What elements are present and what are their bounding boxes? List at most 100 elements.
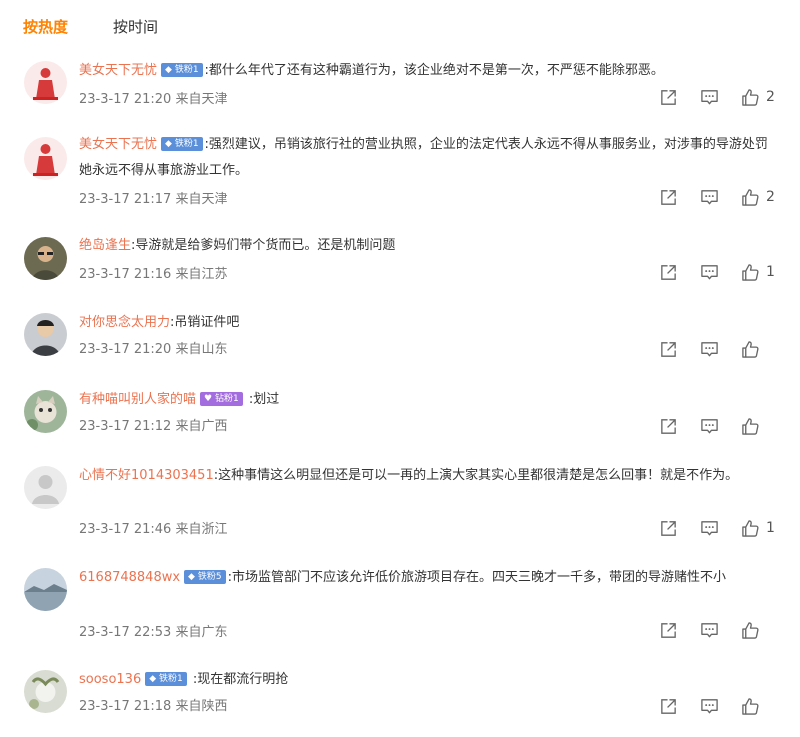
like-count: 1 (766, 264, 775, 280)
comment-item: 绝岛逢生:导游就是给爹妈们带个货而已。还是机制问题 23-3-17 21:16 … (0, 233, 800, 293)
share-icon (661, 622, 676, 638)
avatar[interactable] (24, 466, 67, 509)
fan-badge: ◆ 铁粉1 (145, 672, 187, 686)
thumbs-up-icon (742, 188, 759, 206)
like-button[interactable]: 2 (741, 88, 776, 107)
share-button[interactable] (659, 519, 678, 538)
comment-icon (701, 341, 718, 356)
reply-button[interactable] (700, 519, 719, 538)
reply-button[interactable] (700, 621, 719, 640)
like-button[interactable] (741, 621, 776, 640)
avatar[interactable] (24, 568, 67, 611)
share-button[interactable] (659, 340, 678, 359)
share-icon (661, 341, 676, 357)
comment-body: 对你思念太用力:吊销证件吧 (79, 310, 772, 336)
share-button[interactable] (659, 417, 678, 436)
avatar[interactable] (24, 313, 67, 356)
reply-button[interactable] (700, 188, 719, 207)
comment-meta: 23-3-17 21:12 来自广西 (79, 415, 228, 434)
like-button[interactable]: 1 (741, 263, 776, 282)
comment-item: 美女天下无忧 ◆ 铁粉1:强烈建议，吊销该旅行社的营业执照，企业的法定代表人永远不… (0, 132, 800, 212)
comment-location: 来自广东 (175, 625, 228, 640)
comment-item: 对你思念太用力:吊销证件吧 23-3-17 21:20 来自山东 (0, 310, 800, 370)
share-icon (661, 89, 676, 105)
comment-time: 23-3-17 21:20 (79, 342, 172, 357)
comment-actions (637, 415, 776, 437)
like-button[interactable] (741, 340, 776, 359)
avatar[interactable] (24, 61, 67, 104)
like-count: 2 (766, 189, 775, 205)
comment-location: 来自陕西 (175, 699, 228, 714)
share-button[interactable] (659, 263, 678, 282)
avatar[interactable] (24, 390, 67, 433)
thumbs-up-icon (742, 519, 759, 537)
fan-badge: ◆ 铁粉1 (161, 137, 203, 151)
thumbs-up-icon (742, 88, 759, 106)
comment-actions: 1 (637, 517, 776, 539)
comment-actions: 2 (637, 86, 776, 108)
comment-username[interactable]: 心情不好1014303451 (79, 468, 214, 483)
share-icon (661, 189, 676, 205)
comment-username[interactable]: 对你思念太用力 (79, 315, 170, 330)
thumbs-up-icon (742, 697, 759, 715)
share-button[interactable] (659, 697, 678, 716)
comment-time: 23-3-17 21:46 (79, 522, 172, 537)
share-button[interactable] (659, 88, 678, 107)
comment-meta: 23-3-17 21:20 来自山东 (79, 338, 228, 357)
comment-body: 绝岛逢生:导游就是给爹妈们带个货而已。还是机制问题 (79, 233, 772, 259)
comment-username[interactable]: 有种喵叫别人家的喵 (79, 392, 196, 407)
comment-body: 美女天下无忧 ◆ 铁粉1:都什么年代了还有这种霸道行为，该企业绝对不是第一次，不严… (79, 58, 772, 84)
comment-time: 23-3-17 22:53 (79, 625, 172, 640)
comment-body: 心情不好1014303451:这种事情这么明显但还是可以一再的上演大家其实心里都… (79, 463, 772, 489)
comment-location: 来自广西 (175, 419, 228, 434)
comment-text: :现在都流行明抢 (188, 672, 289, 687)
comment-meta: 23-3-17 21:17 来自天津 (79, 188, 228, 207)
comment-actions: 2 (637, 186, 776, 208)
comment-icon (701, 189, 718, 204)
comment-meta: 23-3-17 21:20 来自天津 (79, 88, 228, 107)
like-count: 2 (766, 89, 775, 105)
comment-icon (701, 264, 718, 279)
comment-location: 来自天津 (175, 192, 228, 207)
reply-button[interactable] (700, 263, 719, 282)
comment-text: :吊销证件吧 (170, 315, 240, 330)
like-button[interactable] (741, 697, 776, 716)
avatar[interactable] (24, 137, 67, 180)
reply-button[interactable] (700, 697, 719, 716)
comment-time: 23-3-17 21:17 (79, 192, 172, 207)
like-button[interactable]: 1 (741, 519, 776, 538)
reply-button[interactable] (700, 88, 719, 107)
comment-icon (701, 622, 718, 637)
avatar[interactable] (24, 670, 67, 713)
like-button[interactable] (741, 417, 776, 436)
comment-username[interactable]: 美女天下无忧 (79, 137, 157, 152)
comment-location: 来自山东 (175, 342, 228, 357)
share-button[interactable] (659, 621, 678, 640)
comment-username[interactable]: 绝岛逢生 (79, 238, 131, 253)
comment-text: :都什么年代了还有这种霸道行为，该企业绝对不是第一次，不严惩不能除邪恶。 (204, 63, 664, 78)
reply-button[interactable] (700, 417, 719, 436)
comment-item: 6168748848wx ◆ 铁粉5:市场监管部门不应该允许低价旅游项目存在。四天… (0, 565, 800, 645)
fan-badge: ◆ 铁粉5 (184, 570, 226, 584)
reply-button[interactable] (700, 340, 719, 359)
comment-item: 心情不好1014303451:这种事情这么明显但还是可以一再的上演大家其实心里都… (0, 463, 800, 543)
comment-username[interactable]: 6168748848wx (79, 570, 180, 585)
thumbs-up-icon (742, 417, 759, 435)
comment-icon (701, 418, 718, 433)
fan-badge: ◆ 铁粉1 (161, 63, 203, 77)
comment-text: :导游就是给爹妈们带个货而已。还是机制问题 (131, 238, 396, 253)
comment-username[interactable]: 美女天下无忧 (79, 63, 157, 78)
comment-location: 来自浙江 (175, 522, 228, 537)
comment-body: 美女天下无忧 ◆ 铁粉1:强烈建议，吊销该旅行社的营业执照，企业的法定代表人永远不… (79, 132, 772, 184)
comment-username[interactable]: sooso136 (79, 672, 141, 687)
avatar[interactable] (24, 237, 67, 280)
comment-text: :划过 (244, 392, 280, 407)
comment-body: sooso136 ◆ 铁粉1 :现在都流行明抢 (79, 667, 772, 693)
comment-body: 有种喵叫别人家的喵 ♥ 钻粉1 :划过 (79, 387, 772, 413)
comment-item: sooso136 ◆ 铁粉1 :现在都流行明抢 23-3-17 21:18 来自陕… (0, 667, 800, 727)
tab-sort-by-hot[interactable]: 按热度 (23, 16, 68, 37)
like-button[interactable]: 2 (741, 188, 776, 207)
share-button[interactable] (659, 188, 678, 207)
comment-body: 6168748848wx ◆ 铁粉5:市场监管部门不应该允许低价旅游项目存在。四天… (79, 565, 772, 591)
tab-sort-by-time[interactable]: 按时间 (113, 16, 158, 37)
